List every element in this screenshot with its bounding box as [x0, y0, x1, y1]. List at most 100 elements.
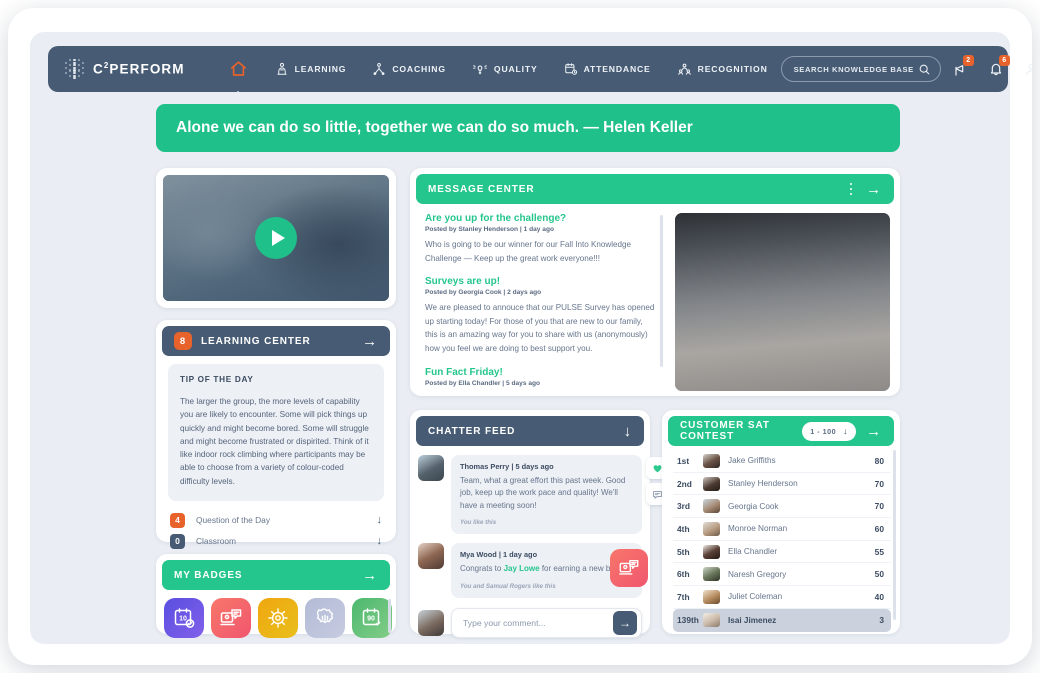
player-score: 80: [874, 455, 884, 466]
video-thumbnail[interactable]: [163, 175, 389, 301]
customer-sat-contest-card: CUSTOMER SAT CONTEST 1 - 100 ↓ → 1st Jak…: [662, 410, 900, 634]
nav-item-recognition[interactable]: RECOGNITION: [664, 46, 781, 92]
my-badges-open-arrow[interactable]: →: [362, 568, 378, 583]
heart-icon: [653, 464, 661, 472]
message-meta: Posted by Ella Chandler | 5 days ago: [425, 379, 541, 387]
top-navigation-bar: C2PERFORM LEARNING COACHING QUALITY ATTE…: [48, 46, 1032, 98]
comment-input[interactable]: [463, 617, 613, 628]
my-badges-header: MY BADGES →: [162, 560, 390, 590]
chatter-feed-card: CHATTER FEED ↓ Thomas Perry | 5 days ago…: [410, 410, 668, 638]
notifications-badge: 6: [998, 55, 1010, 66]
avatar: [703, 499, 720, 514]
message-item[interactable]: Are you up for the challenge? Posted by …: [425, 213, 655, 265]
learning-row-classroom[interactable]: 0 Classroom ↓: [170, 531, 382, 552]
badge-ten-day-calendar[interactable]: 10: [164, 598, 204, 638]
player-score: 70: [874, 478, 884, 489]
earned-badge-tile[interactable]: [610, 549, 648, 588]
app-logo[interactable]: C2PERFORM: [48, 58, 185, 80]
chevron-down-icon[interactable]: ↓: [377, 535, 383, 547]
table-row[interactable]: 4th Monroe Norman 60: [673, 518, 891, 541]
player-name: Ella Chandler: [728, 547, 778, 557]
quote-banner: Alone we can do so little, together we c…: [156, 104, 900, 152]
message-item[interactable]: Fun Fact Friday! Posted by Ella Chandler…: [425, 367, 655, 387]
badge-ninety-day-calendar[interactable]: 90: [352, 598, 392, 638]
avatar-current-user[interactable]: [418, 609, 444, 636]
rank: 7th: [677, 591, 690, 602]
chatter-post-bubble: Mya Wood | 1 day ago Congrats to Jay Low…: [451, 543, 648, 598]
table-row[interactable]: 7th Juliet Coleman 40: [673, 586, 891, 609]
nav-label-recognition: RECOGNITION: [697, 64, 768, 74]
table-row[interactable]: 1st Jake Griffiths 80: [673, 450, 891, 473]
badge-rosette[interactable]: [305, 598, 345, 638]
search-icon[interactable]: [918, 63, 931, 76]
message-center-header: MESSAGE CENTER →: [416, 174, 894, 204]
message-center-image: [675, 213, 890, 391]
chatter-text-before: Congrats to: [460, 564, 504, 574]
message-center-menu-icon[interactable]: [849, 182, 853, 196]
message-list-scrollbar[interactable]: [660, 215, 663, 367]
notifications-button[interactable]: 6: [979, 52, 1013, 86]
chevron-down-icon[interactable]: ↓: [377, 514, 383, 526]
nav-item-quality[interactable]: QUALITY: [459, 46, 551, 92]
avatar: [703, 521, 720, 536]
message-item[interactable]: Surveys are up! Posted by Georgia Cook |…: [425, 276, 655, 355]
leaderboard-list: 1st Jake Griffiths 80 2nd Stanley Hender…: [668, 446, 896, 632]
message-list[interactable]: Are you up for the challenge? Posted by …: [425, 213, 663, 391]
announcements-button[interactable]: 2: [943, 52, 977, 86]
app-frame: C2PERFORM LEARNING COACHING QUALITY ATTE…: [8, 8, 1032, 665]
leaderboard-scrollbar[interactable]: [893, 450, 896, 620]
comment-icon: [652, 490, 662, 499]
play-button[interactable]: [255, 217, 297, 259]
table-row-current-user[interactable]: 139th Isai Jimenez 3: [673, 608, 891, 632]
message-meta: Posted by Stanley Henderson | 1 day ago: [425, 226, 554, 233]
message-center-open-arrow[interactable]: →: [866, 182, 882, 197]
nav-item-coaching[interactable]: COACHING: [359, 46, 459, 92]
table-row[interactable]: 6th Naresh Gregory 50: [673, 563, 891, 587]
image-highlight: [675, 213, 890, 391]
search-knowledge-base[interactable]: [780, 56, 941, 82]
badge-gear-star[interactable]: [258, 598, 298, 638]
rank: 6th: [677, 569, 690, 580]
recognition-icon: [677, 63, 691, 75]
avatar[interactable]: [418, 455, 444, 481]
svg-text:90: 90: [367, 615, 375, 622]
badge-feedback[interactable]: [211, 598, 251, 638]
rank: 4th: [677, 523, 690, 534]
message-title: Surveys are up!: [425, 276, 501, 288]
table-row[interactable]: 5th Ella Chandler 55: [673, 541, 891, 564]
svg-text:10: 10: [179, 615, 187, 622]
comment-input-box[interactable]: →: [451, 607, 642, 638]
comment-row: →: [416, 598, 644, 638]
leaderboard-range-select[interactable]: 1 - 100 ↓: [802, 421, 857, 441]
chatter-post-text: Team, what a great effort this past week…: [460, 476, 626, 510]
search-input[interactable]: [793, 64, 918, 74]
chatter-mention[interactable]: Jay Lowe: [504, 564, 540, 573]
learning-center-card: 8 LEARNING CENTER → TIP OF THE DAY The l…: [156, 320, 396, 549]
leaderboard-title: CUSTOMER SAT CONTEST: [680, 420, 770, 442]
attendance-icon: [564, 63, 577, 75]
nav-item-attendance[interactable]: ATTENDANCE: [551, 46, 664, 92]
nav-item-learning[interactable]: LEARNING: [262, 46, 360, 92]
my-badges-title: MY BADGES: [174, 569, 243, 581]
user-profile-button[interactable]: [1015, 52, 1032, 86]
avatar[interactable]: [418, 543, 444, 570]
video-card[interactable]: [156, 168, 396, 308]
avatar: [703, 544, 720, 559]
avatar: [703, 613, 720, 628]
table-row[interactable]: 2nd Stanley Henderson 70: [673, 473, 891, 496]
learning-row-question-of-the-day[interactable]: 4 Question of the Day ↓: [170, 510, 382, 531]
message-meta: Posted by Georgia Cook | 2 days ago: [425, 289, 542, 297]
badges-scrollbar[interactable]: [388, 599, 391, 633]
home-icon: [230, 61, 246, 76]
calendar-90-icon: 90: [362, 608, 381, 626]
chatter-feed-collapse-arrow[interactable]: ↓: [624, 424, 632, 439]
send-comment-button[interactable]: →: [613, 610, 637, 635]
nav-label-coaching: COACHING: [392, 64, 446, 74]
table-row[interactable]: 3rd Georgia Cook 70: [673, 495, 891, 519]
coaching-icon: [373, 63, 385, 76]
player-score: 55: [874, 546, 884, 557]
leaderboard-open-arrow[interactable]: →: [866, 424, 882, 439]
message-body: Who is going to be our winner for our Fa…: [425, 240, 632, 263]
learning-center-open-arrow[interactable]: →: [362, 334, 378, 349]
nav-item-home[interactable]: [215, 46, 262, 98]
